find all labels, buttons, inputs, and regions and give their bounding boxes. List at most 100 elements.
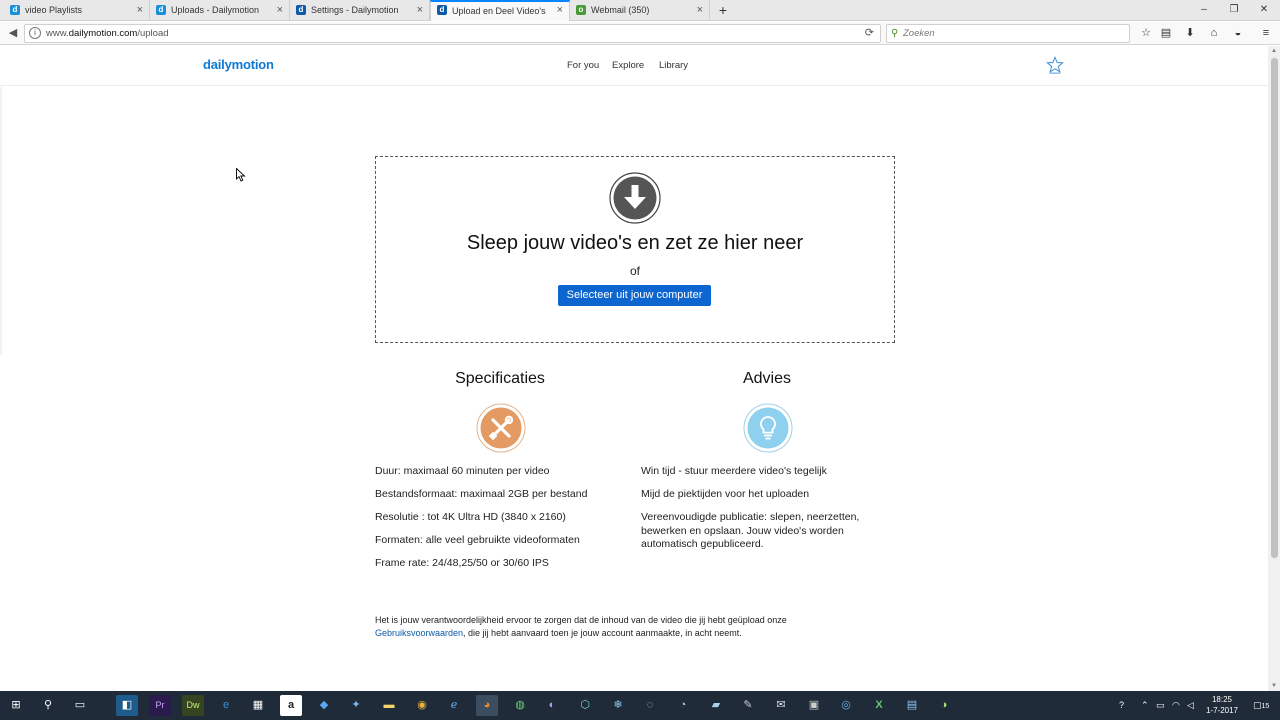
lightbulb-icon — [743, 403, 793, 453]
tab-close-icon[interactable]: × — [697, 0, 703, 21]
url-bar[interactable]: i www.dailymotion.com/upload ⟳ — [24, 24, 881, 43]
wifi-icon[interactable]: ◠ — [1172, 691, 1180, 720]
dropbox-icon[interactable]: ◆ — [313, 695, 335, 716]
tab-close-icon[interactable]: × — [557, 2, 563, 19]
home-icon[interactable]: ⌂ — [1206, 25, 1222, 41]
tray-chevron-icon[interactable]: ⌃ — [1141, 691, 1149, 720]
site-info-icon[interactable]: i — [29, 27, 41, 39]
network-icon[interactable]: ▭ — [1156, 691, 1165, 720]
app-icon[interactable]: ⬡ — [574, 695, 596, 716]
advice-list: Win tijd - stuur meerdere video's tegeli… — [641, 465, 876, 561]
app-icon[interactable]: ◌ — [639, 695, 661, 716]
clock-date: 1-7-2017 — [1205, 705, 1239, 715]
dropzone-title: Sleep jouw video's en zet ze hier neer — [466, 232, 804, 254]
tab-close-icon[interactable]: × — [417, 0, 423, 21]
file-explorer-icon[interactable]: ▬ — [378, 695, 400, 716]
pocket-icon[interactable]: ◒ — [1230, 25, 1246, 41]
advice-title: Advies — [742, 370, 792, 387]
minimize-button[interactable]: – — [1188, 0, 1220, 21]
windows-start-icon[interactable]: ⊞ — [5, 695, 27, 716]
chrome-icon[interactable]: ◉ — [411, 695, 433, 716]
search-input[interactable]: ⚲ Zoeken — [886, 24, 1130, 43]
store-icon[interactable]: ▦ — [247, 695, 269, 716]
select-from-computer-button[interactable]: Selecteer uit jouw computer — [558, 285, 711, 306]
firefox-icon[interactable]: ◕ — [476, 695, 498, 716]
volume-icon[interactable]: ◁ — [1187, 691, 1194, 720]
new-tab-button[interactable]: + — [715, 0, 731, 21]
task-view-icon[interactable]: ▭ — [69, 695, 91, 716]
list-item: Formaten: alle veel gebruikte videoforma… — [375, 534, 580, 546]
notification-count: 15 — [1261, 703, 1270, 710]
tab-close-icon[interactable]: × — [277, 0, 283, 21]
mouse-cursor-icon — [236, 168, 246, 182]
menu-icon[interactable]: ≡ — [1258, 25, 1274, 41]
list-item: Duur: maximaal 60 minuten per video — [375, 465, 550, 477]
nav-for-you[interactable]: For you — [567, 60, 599, 71]
list-item: Vereenvoudigde publicatie: slepen, neerz… — [641, 511, 860, 550]
page-scrollbar[interactable]: ▲ ▼ — [1268, 46, 1280, 691]
close-window-button[interactable]: ✕ — [1248, 0, 1280, 21]
app-icon[interactable]: ▤ — [901, 695, 923, 716]
navigation-toolbar: ◀ i www.dailymotion.com/upload ⟳ ⚲ Zoeke… — [0, 22, 1280, 45]
clock-time: 18:25 — [1211, 695, 1233, 704]
tab-close-icon[interactable]: × — [137, 0, 143, 21]
nav-explore[interactable]: Explore — [612, 60, 644, 71]
mail-icon[interactable]: ✉ — [770, 695, 792, 716]
tab-strip: d video Playlists × d Uploads - Dailymotion ×… — [0, 0, 1280, 21]
search-icon[interactable]: ⚲ — [37, 695, 59, 716]
excel-icon[interactable]: X — [868, 695, 890, 716]
maximize-button[interactable]: ❐ — [1218, 0, 1250, 21]
media-encoder-icon[interactable]: ◧ — [116, 695, 138, 716]
system-clock[interactable]: 18:25 1-7-2017 — [1200, 695, 1244, 716]
downloads-icon[interactable]: ⬇ — [1182, 25, 1198, 41]
edge-icon[interactable]: e — [215, 695, 237, 716]
app-icon[interactable]: ❄ — [607, 695, 629, 716]
scroll-down-icon[interactable]: ▼ — [1269, 683, 1279, 689]
app-icon[interactable]: ◔ — [672, 695, 694, 716]
reload-icon[interactable]: ⟳ — [865, 25, 874, 42]
premiere-icon[interactable]: Pr — [149, 695, 171, 716]
nav-library[interactable]: Library — [659, 60, 688, 71]
tab-title: Upload en Deel Video's | Dai — [452, 6, 547, 16]
browser-tab[interactable]: d Settings - Dailymotion × — [290, 0, 430, 21]
browser-tab[interactable]: d video Playlists × — [4, 0, 150, 21]
dreamweaver-icon[interactable]: Dw — [182, 695, 204, 716]
amazon-icon[interactable]: a — [280, 695, 302, 716]
scrollbar-thumb[interactable] — [1271, 58, 1278, 558]
internet-explorer-icon[interactable]: ℯ — [443, 695, 465, 716]
scroll-up-icon[interactable]: ▲ — [1269, 48, 1279, 54]
tab-title: Uploads - Dailymotion — [171, 5, 260, 15]
app-icon[interactable]: ▣ — [803, 695, 825, 716]
tab-favicon-icon: o — [576, 5, 586, 15]
browser-tab[interactable]: d Upload en Deel Video's | Dai × — [430, 0, 570, 21]
specs-title: Specificaties — [455, 370, 545, 387]
notification-icon[interactable]: ▢15 — [1253, 691, 1269, 721]
app-icon[interactable]: ◑ — [933, 695, 955, 716]
list-item: Bestandsformaat: maximaal 2GB per bestan… — [375, 488, 588, 500]
back-icon[interactable]: ◀ — [5, 25, 21, 41]
app-icon[interactable]: ✎ — [737, 695, 759, 716]
browser-tab[interactable]: d Uploads - Dailymotion × — [150, 0, 290, 21]
upload-dropzone[interactable]: Sleep jouw video's en zet ze hier neer o… — [375, 156, 895, 343]
list-item: Resolutie : tot 4K Ultra HD (3840 x 2160… — [375, 511, 566, 523]
url-text[interactable]: www.dailymotion.com/upload — [46, 25, 169, 42]
list-item: Frame rate: 24/48,25/50 or 30/60 IPS — [375, 557, 549, 569]
star-icon[interactable] — [1046, 56, 1064, 74]
browser-tab[interactable]: o Webmail (350) × — [570, 0, 710, 21]
app-icon[interactable]: ◍ — [509, 695, 531, 716]
terms-link[interactable]: Gebruiksvoorwaarden — [375, 628, 463, 638]
app-icon[interactable]: ✦ — [345, 695, 367, 716]
tools-icon — [476, 403, 526, 453]
list-item: Mijd de piektijden voor het uploaden — [641, 488, 810, 500]
help-icon[interactable]: ? — [1119, 691, 1124, 720]
dailymotion-logo[interactable]: dailymotion — [203, 57, 274, 72]
tab-favicon-icon: d — [296, 5, 306, 15]
app-icon[interactable]: ◎ — [835, 695, 857, 716]
windows-taskbar: ⊞ ⚲ ▭ ◧ Pr Dw e ▦ a ◆ ✦ ▬ ◉ ℯ ◕ ◍ ◐ ⬡ ❄ … — [0, 691, 1280, 720]
app-icon[interactable]: ▰ — [705, 695, 727, 716]
list-item: Win tijd - stuur meerdere video's tegeli… — [641, 465, 827, 477]
search-engine-icon[interactable]: ⚲ — [891, 25, 898, 42]
app-icon[interactable]: ◐ — [541, 695, 563, 716]
bookmark-star-icon[interactable]: ☆ — [1138, 25, 1154, 41]
reading-list-icon[interactable]: ▤ — [1158, 25, 1174, 41]
